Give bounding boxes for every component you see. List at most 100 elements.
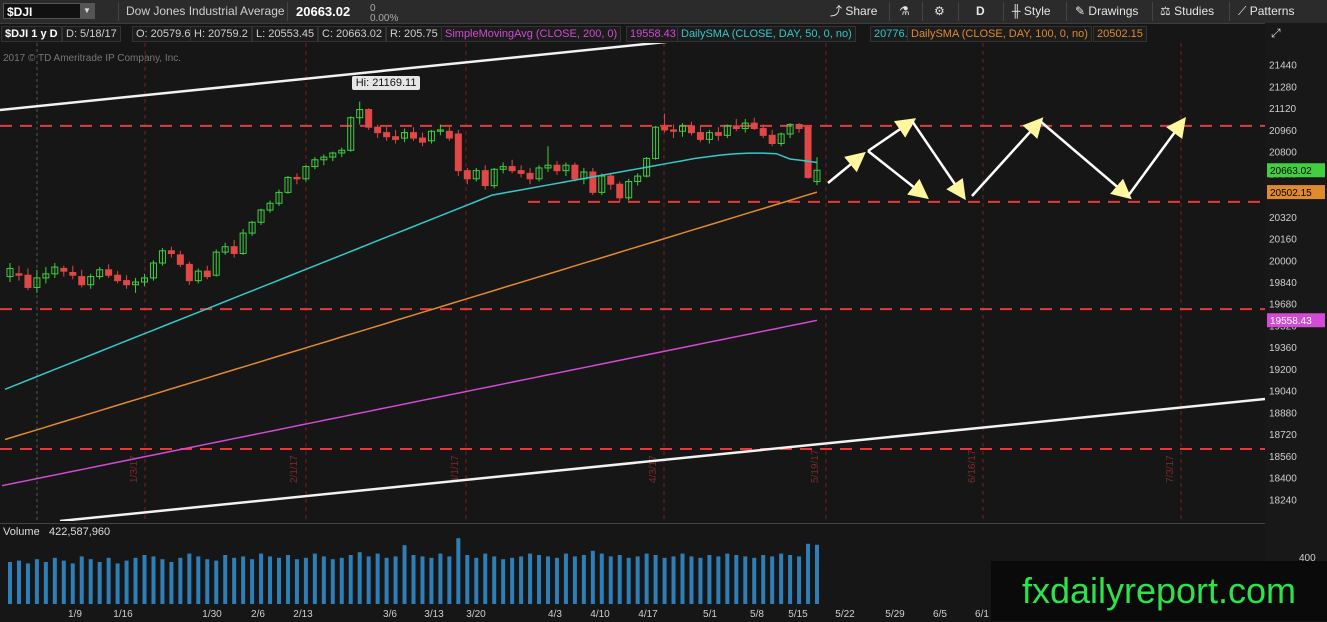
gear-icon[interactable]: ⚙ <box>934 2 945 21</box>
top-toolbar: $DJI ▼ Dow Jones Industrial Average 2066… <box>0 0 1327 24</box>
divider <box>922 2 923 21</box>
candle-body <box>732 125 740 130</box>
projection-arrow[interactable] <box>827 151 866 184</box>
volume-bar <box>151 556 156 604</box>
candle-body <box>804 126 812 178</box>
sma200-name[interactable]: SimpleMovingAvg (CLOSE, 200, 0) <box>441 26 622 42</box>
volume-bar <box>232 557 237 604</box>
volume-bar <box>671 556 676 604</box>
divider <box>1003 2 1004 21</box>
volume-bar <box>662 557 667 604</box>
volume-bar <box>456 538 461 604</box>
volume-bar <box>88 559 93 604</box>
volume-bar <box>465 555 470 604</box>
candle-body <box>616 183 624 199</box>
timeframe-button[interactable]: D <box>976 2 985 21</box>
date-tick-label: 1/30 <box>202 609 222 620</box>
volume-bar <box>806 543 811 604</box>
vertical-date-label: 5/19/17 <box>810 449 821 483</box>
volume-bar <box>196 556 201 604</box>
volume-bar <box>546 556 550 604</box>
volume-bar <box>797 556 802 604</box>
price-tick-label: 20960 <box>1269 126 1297 137</box>
candle-body <box>392 136 400 140</box>
candle-body <box>750 122 758 130</box>
volume-bar <box>187 553 192 604</box>
price-tick-label: 20000 <box>1269 256 1297 267</box>
price-tick-label: 18400 <box>1269 474 1297 485</box>
studies-button[interactable]: ⚖ Studies <box>1160 2 1214 21</box>
date-tick-label: 5/29 <box>885 609 905 620</box>
info-high: H: 20759.2 <box>190 26 252 42</box>
price-tick-label: 21280 <box>1269 82 1297 93</box>
date-tick-label: 6/1 <box>975 609 989 620</box>
candle-body <box>795 123 803 130</box>
zoom-icon[interactable]: ⤢ <box>1270 26 1281 40</box>
volume-bar <box>528 553 533 604</box>
volume-bar <box>680 553 685 604</box>
share-label: Share <box>845 4 878 18</box>
volume-bar <box>61 560 66 604</box>
style-button[interactable]: ╫ Style <box>1012 2 1051 21</box>
flask-icon[interactable]: ⚗ <box>899 2 910 21</box>
volume-bar <box>8 562 12 604</box>
volume-bar <box>142 555 147 604</box>
date-tick-label: 4/3 <box>548 609 562 620</box>
volume-bar <box>608 556 613 604</box>
price-axis[interactable]: 2144021280211202096020800206402048020320… <box>1265 23 1327 621</box>
candle-body <box>661 126 669 131</box>
price-tick-label: 20320 <box>1269 213 1297 224</box>
sma100-name[interactable]: DailySMA (CLOSE, DAY, 100, 0, no) <box>907 26 1092 42</box>
candle-body <box>15 273 23 276</box>
volume-bar <box>366 556 371 604</box>
volume-bar <box>250 559 255 604</box>
projection-arrow[interactable] <box>1126 116 1186 197</box>
company-name: Dow Jones Industrial Average <box>126 4 285 18</box>
lower-trendline <box>59 397 1265 521</box>
date-tick-label: 3/13 <box>424 609 444 620</box>
candle-body <box>508 166 516 172</box>
chart-title: $DJI 1 y D <box>1 26 62 42</box>
divider <box>1152 2 1153 21</box>
sma50-name[interactable]: DailySMA (CLOSE, DAY, 50, 0, no) <box>677 26 856 42</box>
vertical-date-label: 2/1/17 <box>289 455 300 483</box>
volume-bar <box>635 556 640 604</box>
projection-arrow[interactable] <box>910 120 966 201</box>
drawings-button[interactable]: ✎ Drawings <box>1075 2 1138 21</box>
sma50-line <box>4 152 818 390</box>
volume-bar <box>734 555 739 604</box>
volume-bar <box>429 557 434 604</box>
volume-bar <box>537 555 542 604</box>
candle-body <box>105 269 113 276</box>
volume-bar <box>788 555 793 604</box>
info-range: R: 205.75 <box>386 26 442 42</box>
volume-bar <box>447 556 452 604</box>
volume-bar <box>384 557 389 604</box>
volume-bar <box>223 555 228 604</box>
patterns-label: Patterns <box>1249 4 1295 18</box>
candle-body <box>481 170 489 187</box>
projection-arrow[interactable] <box>971 117 1044 197</box>
candle-style-icon: ╫ <box>1012 4 1021 18</box>
divider <box>958 2 959 21</box>
projection-arrow[interactable] <box>867 150 929 200</box>
price-tick-label: 19680 <box>1269 300 1297 311</box>
patterns-button[interactable]: ⟋ Patterns <box>1238 2 1294 21</box>
volume-bar <box>743 556 748 604</box>
symbol-dropdown-icon[interactable]: ▼ <box>80 4 94 18</box>
date-tick-label: 4/10 <box>590 609 610 620</box>
price-tick-label: 19200 <box>1269 365 1297 376</box>
share-button[interactable]: ⤴ Share <box>830 2 877 21</box>
date-tick-label: 2/13 <box>293 609 313 620</box>
volume-bar <box>572 556 577 604</box>
projection-arrow[interactable] <box>1039 120 1132 200</box>
date-tick-label: 4/17 <box>638 609 658 620</box>
price-tick-label: 18240 <box>1269 495 1297 506</box>
volume-bar <box>770 556 775 604</box>
volume-bar <box>752 557 757 604</box>
volume-bar <box>510 557 515 604</box>
volume-bar <box>160 559 165 604</box>
price-chart[interactable]: 1/3/17 2/1/17 3/1/17 4/3/17 5/19/17 6/16/17 7/… <box>0 43 1265 521</box>
volume-bar <box>581 555 586 604</box>
share-icon: ⤴ <box>830 4 843 18</box>
